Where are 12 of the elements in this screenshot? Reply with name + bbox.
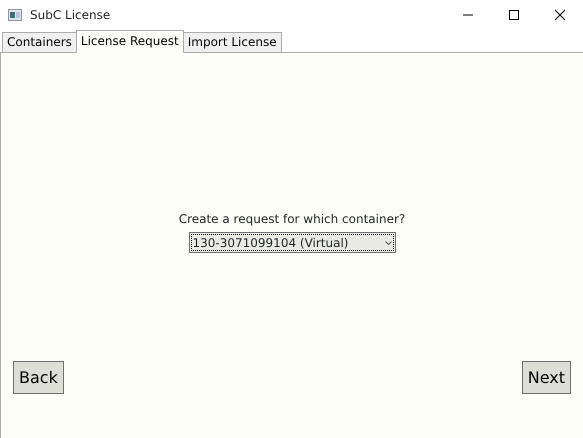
chevron-down-icon bbox=[384, 240, 392, 244]
close-icon[interactable] bbox=[554, 9, 566, 21]
back-button[interactable]: Back bbox=[13, 361, 64, 394]
tab[interactable]: License Request bbox=[76, 30, 184, 53]
app-icon bbox=[8, 9, 22, 21]
maximize-icon[interactable] bbox=[508, 9, 520, 21]
container-dropdown[interactable]: 130-3071099104 (Virtual) bbox=[188, 232, 396, 253]
tab[interactable]: Import License bbox=[182, 32, 282, 52]
window-title: SubC License bbox=[30, 7, 112, 24]
next-button[interactable]: Next bbox=[522, 361, 571, 394]
prompt-text: Create a request for which container? bbox=[178, 211, 406, 228]
tab[interactable]: Containers bbox=[2, 32, 77, 52]
